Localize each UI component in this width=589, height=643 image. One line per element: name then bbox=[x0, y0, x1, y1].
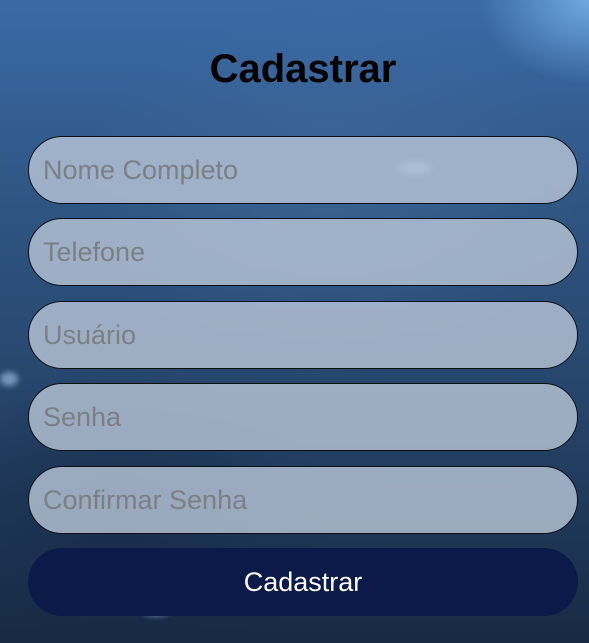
register-button[interactable]: Cadastrar bbox=[28, 548, 578, 616]
form-title: Cadastrar bbox=[209, 47, 397, 91]
register-form: Cadastrar Cadastrar bbox=[0, 0, 589, 643]
confirm-password-input[interactable] bbox=[28, 466, 578, 534]
full-name-input[interactable] bbox=[28, 136, 578, 204]
password-input[interactable] bbox=[28, 383, 578, 451]
phone-input[interactable] bbox=[28, 218, 578, 286]
username-input[interactable] bbox=[28, 301, 578, 369]
